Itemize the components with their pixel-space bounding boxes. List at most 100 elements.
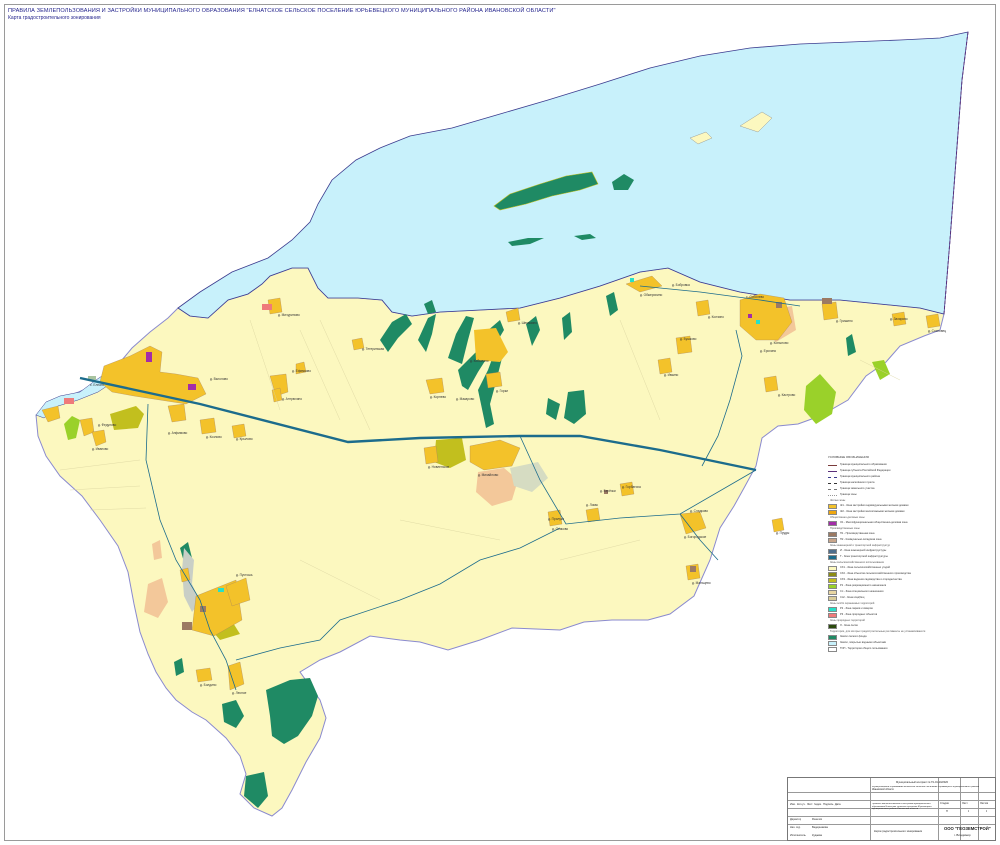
place-label: д. Бобровка	[672, 283, 690, 287]
legend-label: Граница населённого пункта	[840, 481, 875, 484]
sheets-value: 1	[986, 810, 988, 813]
stamp-sheet-title: Карта градостроительного зонирования	[874, 830, 923, 833]
legend-label: СХ3 - Зона ведения садоводства и огородн…	[840, 578, 902, 581]
stamp-col-header: Кол.уч.	[797, 803, 806, 806]
stamp-col-header: Дата	[834, 803, 841, 806]
legend-label: Граница муниципального района	[840, 475, 880, 478]
title-block: Муниципальный контракт № ГК-01-10/2020 М…	[787, 777, 996, 841]
legend-color-swatch	[828, 504, 837, 509]
legend-label: Р2 - Зона парков и скверов	[840, 607, 873, 610]
place-label: д. Сладково	[690, 509, 708, 513]
place-label: д. Пруды	[776, 531, 790, 535]
legend-label: Граница земельного участка	[840, 487, 875, 490]
place-label: д. Макарово	[456, 397, 475, 401]
place-label: д. Колчино	[708, 315, 724, 319]
place-label: с. Соболево	[746, 295, 764, 299]
place-label: д. Обжерихино	[640, 293, 662, 297]
legend-color-swatch	[828, 566, 837, 571]
place-label: д. Новленское	[428, 465, 450, 469]
place-label: д. Ивкино	[664, 373, 679, 377]
legend-rows: Граница муниципального образования Границ…	[828, 463, 948, 653]
company-city: г. Владимир	[954, 833, 971, 837]
legend-label: Граница муниципального образования	[840, 463, 887, 466]
stamp-column-headers: Изм. Кол.уч. Лист №док. Подпись Дата	[790, 803, 870, 806]
legend-label: СХ1 - Зона сельскохозяйственных угодий	[840, 566, 890, 569]
legend-color-swatch	[828, 521, 837, 526]
legend-color-swatch	[828, 510, 837, 515]
stamp-col-header: №док.	[814, 803, 822, 806]
place-label: д. Лесное	[232, 691, 247, 695]
legend-color-swatch	[828, 641, 837, 646]
legend-label: Т - Зона транспортной инфраструктуры	[840, 555, 888, 558]
legend-color-swatch	[828, 647, 837, 652]
sheets-header: Листов	[980, 802, 989, 805]
stage-header: Стадия	[940, 802, 949, 805]
place-label: д. Сосновец	[928, 329, 946, 333]
stage-value: П	[946, 810, 948, 813]
legend-line-swatch	[828, 495, 837, 496]
stamp-role: Исполнитель	[790, 834, 806, 837]
place-label: д. Захарово	[890, 317, 908, 321]
legend-label: Р1 - Зона рекреационного назначения	[840, 584, 887, 587]
zoning-map[interactable]: д. Мичуриново д. Ефимково д. Тетеринская…	[0, 0, 1000, 845]
legend-color-swatch	[828, 584, 837, 589]
place-label: д. Тетеринская	[362, 347, 384, 351]
legend-item: ТОП - Территории общего пользования	[828, 647, 948, 653]
place-label: д. Антрюхино	[282, 397, 302, 401]
legend-label: Л - Зона лесов	[840, 624, 858, 627]
legend-color-swatch	[828, 532, 837, 537]
legend-label: ТОП - Территории общего пользования	[840, 647, 888, 650]
company-name: ООО "ГЕОЗЕМСТРОЙ"	[944, 826, 991, 831]
legend-color-swatch	[828, 578, 837, 583]
stamp-name: Ведерникова	[812, 826, 828, 829]
legend-color-swatch	[828, 596, 837, 601]
legend-label: Граница субъекта Российской Федерации	[840, 469, 891, 472]
legend-line-swatch	[828, 489, 837, 490]
place-label: д. Горбатиха	[622, 485, 641, 489]
sheet-value: 1	[968, 810, 970, 813]
legend-color-swatch	[828, 549, 837, 554]
place-label: д. Федулово	[98, 423, 116, 427]
legend-label: Сп - Зона специального назначения	[840, 590, 884, 593]
legend-label: СХ2 - Зона объектов сельскохозяйственног…	[840, 572, 911, 575]
legend-color-swatch	[828, 538, 837, 543]
legend-label: Земли, покрытые водными объектами	[840, 641, 887, 644]
place-label: д. Анфимово	[168, 431, 188, 435]
place-label: д. Болдино	[200, 683, 217, 687]
place-label: д. Крылово	[236, 437, 253, 441]
legend-heading: УСЛОВНЫЕ ОБОЗНАЧЕНИЯ	[828, 455, 869, 459]
place-label: д. Ерохино	[760, 349, 776, 353]
legend-label: И - Зона инженерной инфраструктуры	[840, 549, 887, 552]
place-label: д. Выголово	[210, 377, 228, 381]
stamp-col-header: Изм.	[790, 803, 796, 806]
legend-line-swatch	[828, 471, 837, 472]
place-label: д. Богородское	[684, 535, 706, 539]
map-legend: УСЛОВНЫЕ ОБОЗНАЧЕНИЯ Граница муниципальн…	[828, 455, 948, 653]
stamp-col-header: Подпись	[823, 803, 834, 806]
legend-label: Граница зоны	[840, 493, 857, 496]
legend-label: П1 - Производственная зона	[840, 532, 875, 535]
place-label: д. Кастрово	[778, 393, 796, 397]
place-label: д. Кобылино	[470, 359, 489, 363]
legend-label: Сп2 - Зона кладбищ	[840, 596, 865, 599]
legend-label: Ж1 - Зона застройки индивидуальными жилы…	[840, 504, 909, 507]
legend-line-swatch	[828, 477, 837, 478]
place-label: д. Ломы	[586, 503, 599, 507]
place-label: д. Козлово	[206, 435, 222, 439]
legend-color-swatch	[828, 555, 837, 560]
legend-label: О1 - Многофункциональная общественно-дел…	[840, 521, 908, 524]
place-label: д. Ефимково	[292, 369, 311, 373]
stamp-name: Решетов	[812, 818, 823, 821]
place-label: д. Мичуриново	[278, 313, 300, 317]
place-label: д. Осиково	[552, 527, 568, 531]
place-label: д. Иваново	[92, 447, 109, 451]
place-label: д. Пустошь	[236, 573, 253, 577]
stamp-role: Нач. отд.	[790, 826, 801, 829]
place-label: д. Бушково	[680, 337, 697, 341]
place-label: д. Корнево	[430, 395, 446, 399]
legend-line-swatch	[828, 483, 837, 484]
place-label: д. Гришино	[836, 319, 853, 323]
legend-label: Ж2 - Зона застройки малоэтажными жилыми …	[840, 510, 905, 513]
legend-color-swatch	[828, 635, 837, 640]
place-label: с. Елнать	[90, 383, 104, 387]
